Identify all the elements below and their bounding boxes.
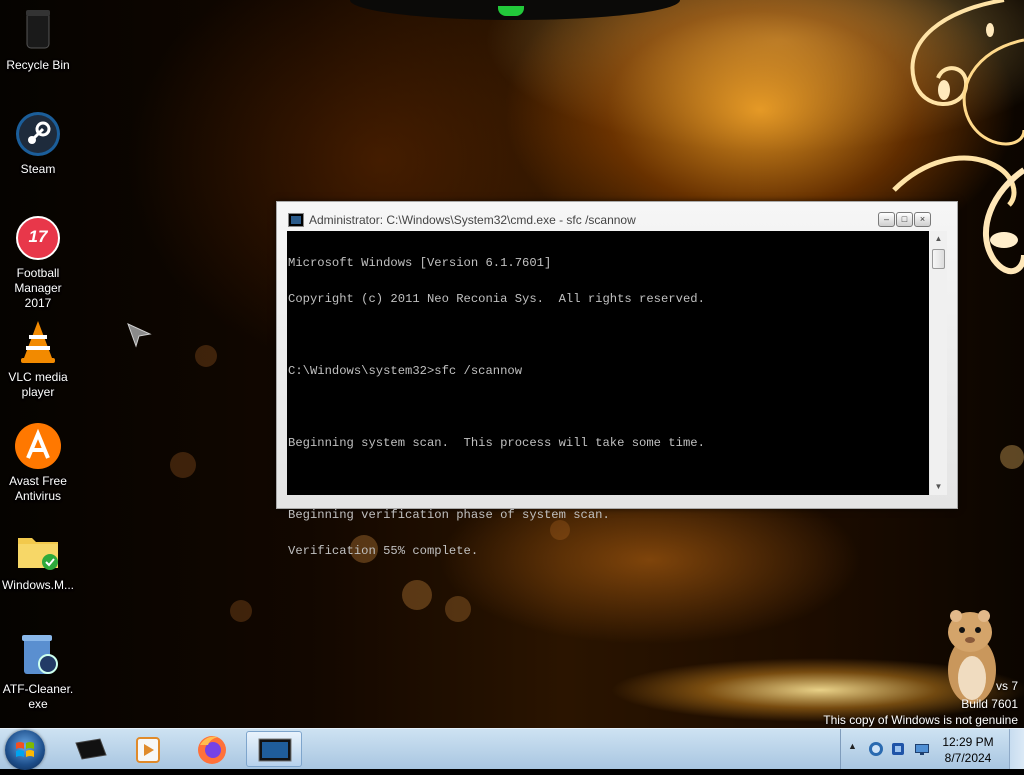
console-line: Copyright (c) 2011 Neo Reconia Sys. All … (288, 292, 705, 306)
tablet-app-icon (75, 738, 107, 760)
desktop-icon-vlc[interactable]: VLC media player (0, 318, 76, 400)
display-icon[interactable] (914, 741, 930, 757)
cmd-titlebar[interactable]: Administrator: C:\Windows\System32\cmd.e… (277, 202, 957, 230)
desktop-icon-recycle-bin[interactable]: Recycle Bin (0, 6, 76, 73)
system-tray: ▲ 12:29 PM 8/7/2024 (840, 729, 1024, 769)
icon-badge: 17 (28, 227, 48, 246)
cmd-window-icon (258, 738, 292, 762)
console-scrollbar[interactable]: ▲ ▼ (930, 231, 947, 495)
watermark-os-name: vs 7 (995, 679, 1018, 693)
desktop-icon-atf-cleaner[interactable]: ATF-Cleaner. exe (0, 630, 76, 712)
show-hidden-icons-button[interactable]: ▲ (848, 741, 857, 751)
taskbar[interactable]: ▲ 12:29 PM 8/7/2024 (0, 728, 1024, 770)
show-desktop-button[interactable] (1009, 729, 1024, 769)
icon-label: Avast Free (9, 474, 67, 488)
windows-logo-icon (16, 742, 34, 757)
cmd-window-title: Administrator: C:\Windows\System32\cmd.e… (309, 213, 636, 227)
console-line: Verification 55% complete. (288, 544, 479, 558)
taskbar-tablet-app[interactable] (62, 731, 118, 767)
watermark-build: Build 7601 (961, 697, 1018, 711)
icon-label: Manager 2017 (14, 281, 62, 310)
desktop-icon-steam[interactable]: Steam (0, 110, 76, 177)
icon-label: Antivirus (14, 489, 61, 503)
steam-icon (14, 110, 62, 158)
atf-cleaner-icon (14, 630, 62, 678)
scroll-thumb[interactable] (932, 249, 945, 269)
icon-label: VLC media (8, 370, 68, 384)
top-gadget (350, 0, 680, 20)
network-icon[interactable] (868, 741, 884, 757)
icon-label: exe (28, 697, 48, 711)
start-button[interactable] (5, 730, 45, 770)
scroll-down-arrow-icon[interactable]: ▼ (930, 479, 947, 495)
icon-label: Recycle Bin (6, 58, 70, 72)
console-line: C:\Windows\system32>sfc /scannow (288, 364, 523, 378)
desktop-icon-football-manager[interactable]: 17 Football Manager 2017 (0, 214, 76, 311)
taskbar-cmd-window[interactable] (246, 731, 302, 767)
desktop-icon-avast[interactable]: Avast Free Antivirus (0, 422, 76, 504)
taskbar-firefox[interactable] (184, 731, 240, 767)
maximize-button[interactable]: □ (896, 212, 913, 227)
desktop-icon-windows-m[interactable]: Windows.M... (0, 526, 76, 593)
clock-time[interactable]: 12:29 PM (938, 735, 998, 749)
taskbar-media-player[interactable] (120, 731, 176, 767)
close-button[interactable]: × (914, 212, 931, 227)
console-output[interactable]: Microsoft Windows [Version 6.1.7601] Cop… (287, 231, 929, 557)
folder-shield-icon (14, 526, 62, 574)
scroll-up-arrow-icon[interactable]: ▲ (930, 231, 947, 247)
desktop[interactable]: Recycle Bin Steam 17 Football Manager 20… (0, 0, 1024, 728)
mouse-cursor-icon (127, 323, 152, 348)
avast-icon (14, 422, 62, 470)
icon-label: Football (16, 266, 60, 280)
icon-label: player (21, 385, 55, 399)
console-line: Beginning verification phase of system s… (288, 508, 610, 522)
watermark-not-genuine: This copy of Windows is not genuine (823, 713, 1018, 727)
console-line: Beginning system scan. This process will… (288, 436, 705, 450)
volume-icon[interactable] (890, 741, 906, 757)
cmd-window[interactable]: Administrator: C:\Windows\System32\cmd.e… (276, 201, 958, 557)
media-player-icon (136, 737, 160, 763)
icon-label: Steam (20, 162, 56, 176)
icon-label: Windows.M... (1, 578, 74, 592)
hamster-image (948, 610, 996, 704)
clock-date[interactable]: 8/7/2024 (938, 751, 998, 765)
vlc-cone-icon (14, 318, 62, 366)
console-line: Microsoft Windows [Version 6.1.7601] (288, 256, 552, 270)
minimize-button[interactable]: – (878, 212, 895, 227)
recycle-bin-icon (14, 6, 62, 54)
firefox-icon (198, 736, 226, 764)
football-manager-icon: 17 (14, 214, 62, 262)
icon-label: ATF-Cleaner. (2, 682, 74, 696)
cmd-window-icon (288, 213, 304, 227)
